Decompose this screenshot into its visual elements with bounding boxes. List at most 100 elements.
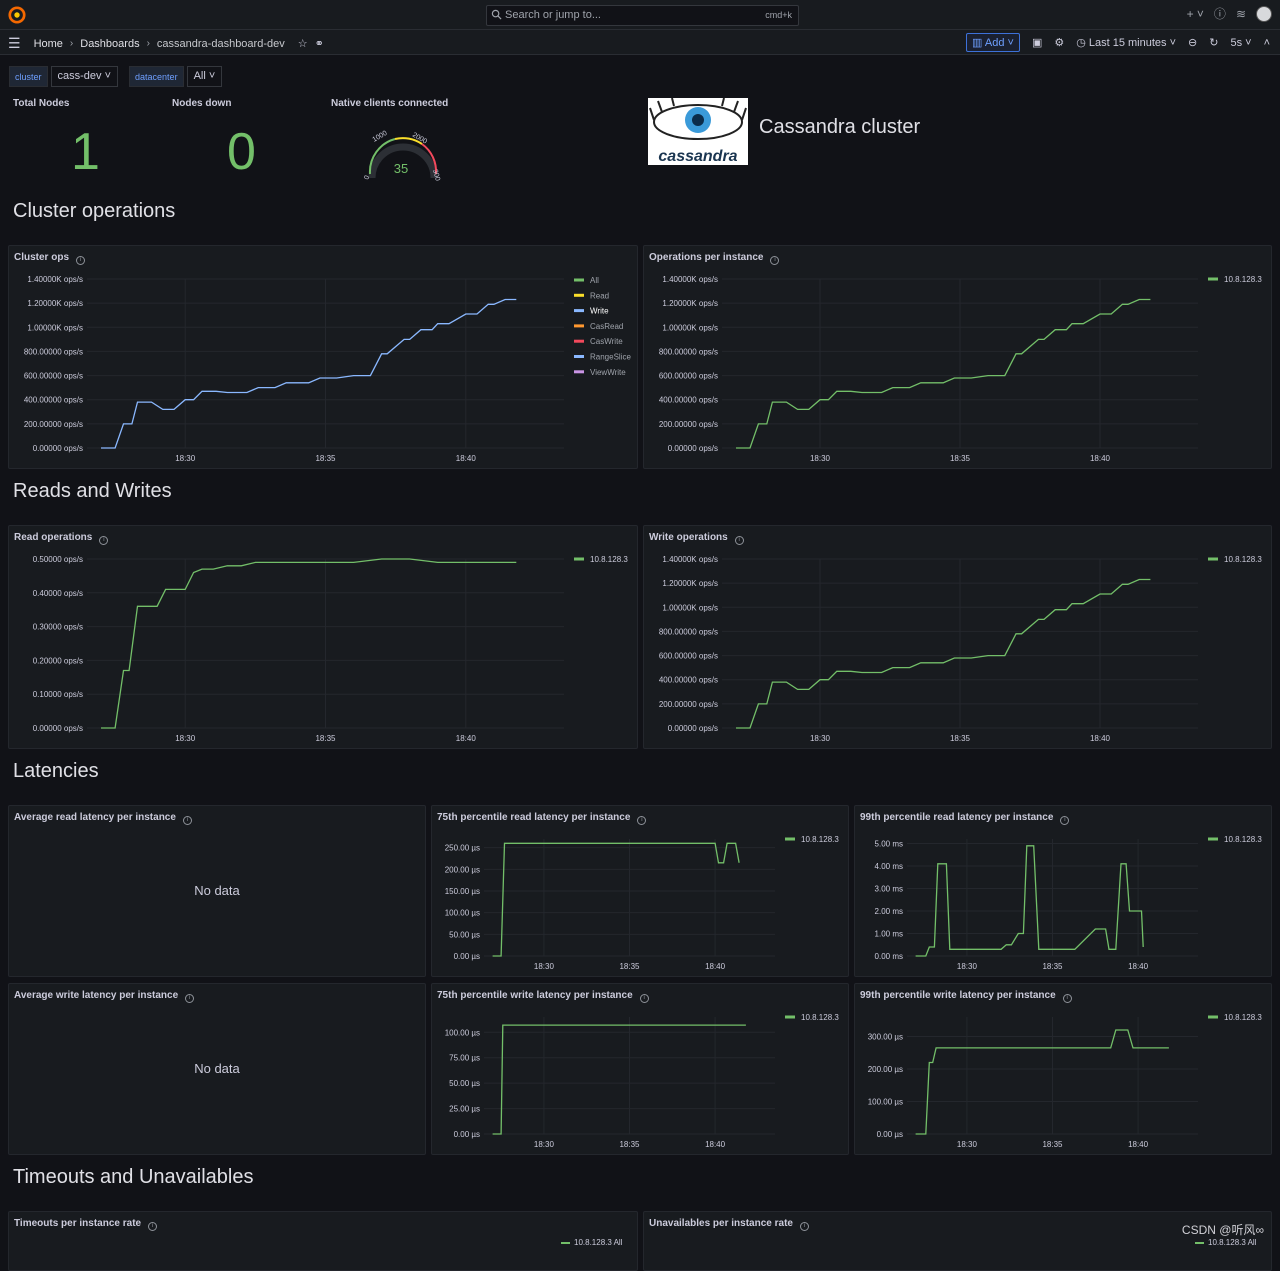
y-tick-label: 25.00 µs: [449, 1105, 480, 1114]
info-icon[interactable]: i: [637, 816, 647, 825]
gauge-tick-300: 300: [431, 169, 441, 182]
x-tick-label: 18:40: [456, 454, 477, 463]
info-icon[interactable]: i: [99, 536, 109, 545]
share-icon[interactable]: ⚭: [315, 37, 324, 50]
panel-title: 75th percentile read latency per instanc…: [437, 812, 647, 825]
panel-p75-write-latency[interactable]: 75th percentile write latency per instan…: [431, 983, 849, 1155]
panel-title-text: Operations per instance: [649, 252, 764, 263]
variable-select-datacenter[interactable]: All ˅: [186, 66, 223, 87]
ops-per-instance-chart: 0.00000 ops/s 200.00000 ops/s 400.00000 op…: [659, 275, 1263, 463]
info-icon[interactable]: i: [182, 816, 192, 825]
info-icon[interactable]: i: [185, 994, 195, 1003]
x-tick-label: 18:40: [456, 734, 477, 743]
y-tick-label: 200.00 µs: [868, 1065, 903, 1074]
stat-title-total-nodes: Total Nodes: [13, 98, 70, 109]
breadcrumb-home[interactable]: Home: [34, 38, 63, 50]
y-tick-label: 100.00 µs: [445, 909, 480, 918]
search-placeholder: Search or jump to...: [505, 9, 601, 21]
search-input[interactable]: Search or jump to... cmd+k: [486, 5, 799, 26]
search-icon: [491, 9, 502, 20]
y-tick-label: 600.00000 ops/s: [659, 652, 718, 661]
avatar[interactable]: [1256, 5, 1272, 22]
y-tick-label: 0.00000 ops/s: [33, 444, 83, 453]
y-tick-label: 100.00 µs: [445, 1028, 480, 1037]
row-title-latencies[interactable]: Latencies: [13, 760, 99, 783]
series-line: [915, 845, 1144, 957]
settings-gear-icon[interactable]: ⚙: [1054, 36, 1064, 49]
save-icon[interactable]: ▣: [1032, 36, 1042, 49]
news-feed-icon[interactable]: ≋: [1236, 7, 1246, 21]
panel-cluster-ops[interactable]: Cluster ops i 0.00000 ops/s 200.00000 ops/…: [8, 245, 638, 469]
row-title-cluster-operations[interactable]: Cluster operations: [13, 200, 175, 223]
x-tick-label: 18:30: [957, 1140, 978, 1149]
panel-title: Average write latency per instance i: [14, 990, 195, 1003]
info-icon[interactable]: i: [639, 994, 649, 1003]
panel-avg-write-latency[interactable]: Average write latency per instance i No d…: [8, 983, 426, 1155]
help-icon[interactable]: ⓘ: [1214, 5, 1226, 22]
panel-title-text: 99th percentile read latency per instanc…: [860, 812, 1054, 823]
variable-value-cluster: cass-dev: [57, 70, 102, 82]
legend-label: RangeSlice: [590, 353, 631, 362]
info-icon[interactable]: i: [148, 1222, 158, 1231]
series-line: [101, 298, 517, 449]
y-tick-label: 50.00 µs: [449, 1079, 480, 1088]
gauge-tick-1000: 1000: [372, 130, 389, 144]
zoom-out-icon[interactable]: ⊖: [1188, 36, 1197, 49]
legend-label: 10.8.128.3: [801, 835, 839, 844]
watermark: CSDN @听风∞: [1181, 1223, 1264, 1237]
info-icon[interactable]: i: [1060, 816, 1070, 825]
y-tick-label: 200.00000 ops/s: [24, 420, 83, 429]
info-icon[interactable]: i: [76, 256, 86, 265]
panel-write-ops[interactable]: Write operations i 0.00000 ops/s 200.00000…: [643, 525, 1272, 749]
variable-select-cluster[interactable]: cass-dev ˅: [50, 66, 119, 87]
info-icon[interactable]: i: [799, 1222, 809, 1231]
y-tick-label: 0.00000 ops/s: [33, 724, 83, 733]
y-tick-label: 400.00000 ops/s: [24, 396, 83, 405]
info-icon[interactable]: i: [1062, 994, 1072, 1003]
search-shortcut: cmd+k: [765, 10, 792, 20]
panel-avg-read-latency[interactable]: Average read latency per instance i No da…: [8, 805, 426, 977]
star-icon[interactable]: ☆: [298, 37, 308, 50]
panel-p75-read-latency[interactable]: 75th percentile read latency per instanc…: [431, 805, 849, 977]
cassandra-logo: cassandra: [648, 97, 748, 165]
panel-title-text: Average write latency per instance: [14, 990, 179, 1001]
y-tick-label: 50.00 µs: [449, 930, 480, 939]
breadcrumb-dashboards[interactable]: Dashboards: [80, 38, 139, 50]
row-title-reads-writes[interactable]: Reads and Writes: [13, 480, 172, 503]
legend-item[interactable]: 10.8.128.3 All: [1195, 1238, 1256, 1247]
top-bar: Search or jump to... cmd+k + ˅ ⓘ ≋: [0, 0, 1280, 30]
panel-title: Timeouts per instance rate i: [14, 1218, 158, 1231]
refresh-icon[interactable]: ↻: [1209, 36, 1218, 49]
panel-read-ops[interactable]: Read operations i 0.00000 ops/s 0.10000 op…: [8, 525, 638, 749]
x-tick-label: 18:35: [619, 1140, 640, 1149]
panel-p99-write-latency[interactable]: 99th percentile write latency per instan…: [854, 983, 1272, 1155]
y-tick-label: 800.00000 ops/s: [659, 347, 718, 356]
info-icon[interactable]: i: [734, 536, 744, 545]
collapse-chevron-up-icon[interactable]: ˄: [1264, 37, 1270, 49]
new-plus-icon[interactable]: + ˅: [1187, 7, 1204, 21]
panel-unavailables-rate[interactable]: Unavailables per instance rate i 10.8.128…: [643, 1211, 1272, 1271]
time-picker[interactable]: ◷ Last 15 minutes ˅: [1076, 36, 1176, 49]
series-line: [736, 578, 1151, 729]
variable-label-datacenter: datacenter: [129, 66, 184, 87]
refresh-interval-picker[interactable]: 5s ˅: [1230, 37, 1251, 49]
y-tick-label: 1.40000K ops/s: [27, 275, 83, 284]
menu-icon[interactable]: ☰: [8, 35, 21, 52]
panel-ops-per-instance[interactable]: Operations per instance i 0.00000 ops/s 20…: [643, 245, 1272, 469]
y-tick-label: 0.50000 ops/s: [33, 555, 83, 564]
stat-value-total-nodes: 1: [71, 123, 100, 181]
legend-label: 10.8.128.3 All: [574, 1238, 623, 1247]
legend-label: 10.8.128.3 All: [1208, 1238, 1257, 1247]
row-title-timeouts[interactable]: Timeouts and Unavailables: [13, 1166, 254, 1189]
panel-p99-read-latency[interactable]: 99th percentile read latency per instanc…: [854, 805, 1272, 977]
x-tick-label: 18:40: [1090, 454, 1111, 463]
grafana-logo-icon[interactable]: [8, 6, 26, 24]
legend-item[interactable]: 10.8.128.3 All: [561, 1238, 622, 1247]
add-button[interactable]: ▥ Add ˅: [966, 33, 1020, 52]
legend-label: 10.8.128.3: [1224, 555, 1262, 564]
x-tick-label: 18:40: [705, 1140, 726, 1149]
y-tick-label: 1.40000K ops/s: [662, 275, 718, 284]
info-icon[interactable]: i: [770, 256, 780, 265]
panel-timeouts-rate[interactable]: Timeouts per instance rate i 10.8.128.3 A…: [8, 1211, 638, 1271]
y-tick-label: 0.00000 ops/s: [668, 724, 718, 733]
